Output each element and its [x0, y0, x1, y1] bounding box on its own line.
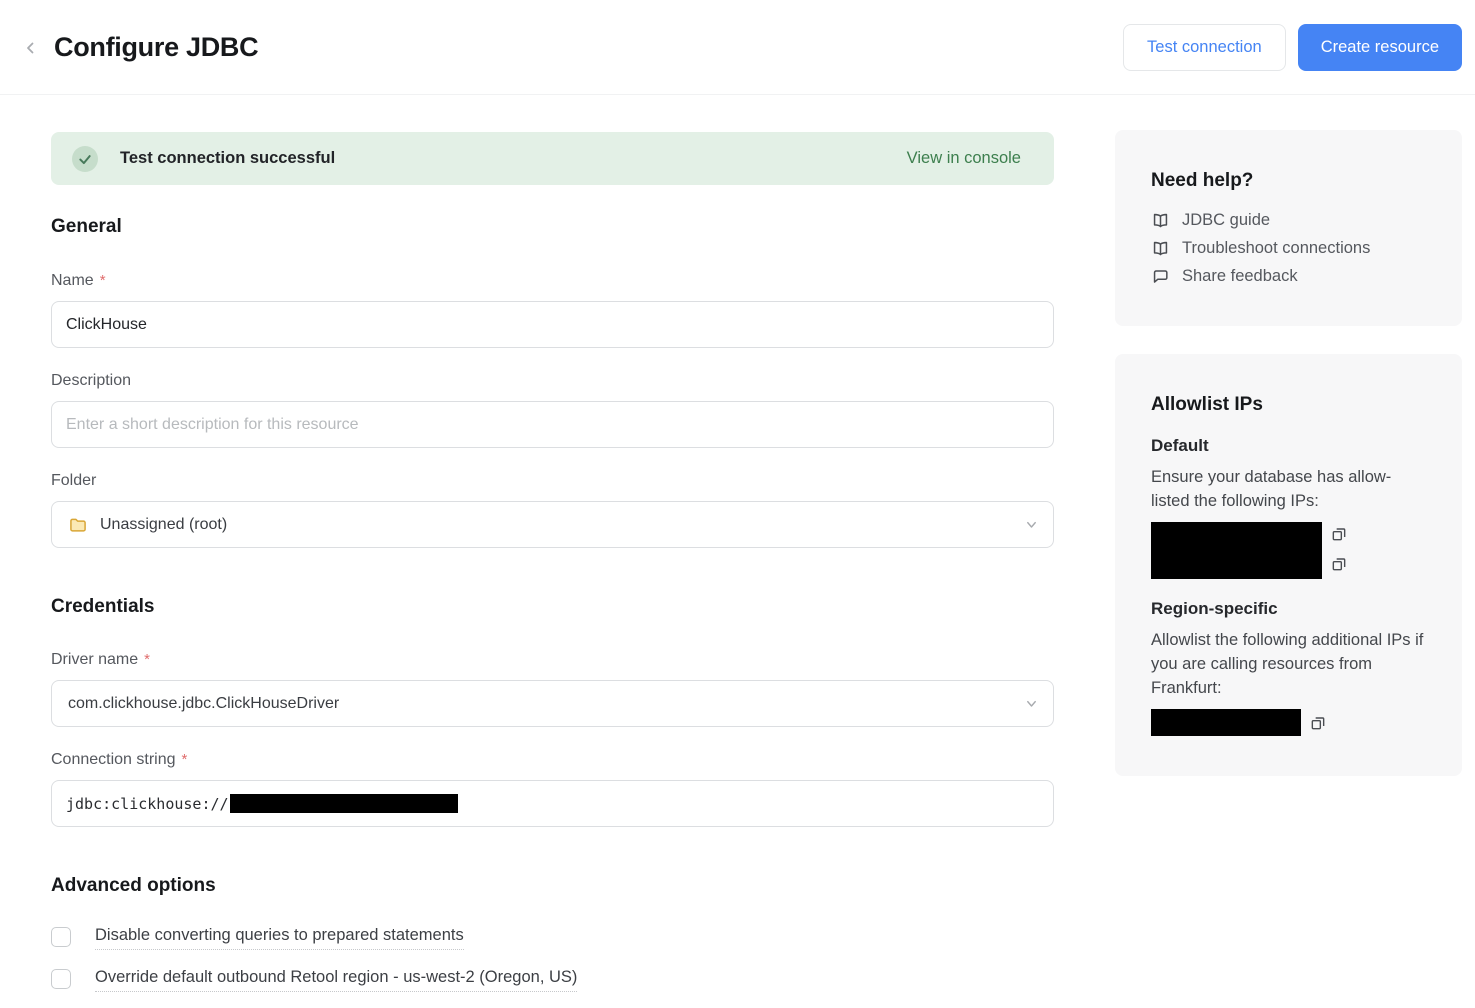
connection-string-input[interactable]: jdbc:clickhouse://: [51, 780, 1054, 827]
general-section-heading: General: [51, 216, 1054, 238]
driver-name-value: com.clickhouse.jdbc.ClickHouseDriver: [66, 695, 339, 713]
folder-select[interactable]: Unassigned (root): [51, 501, 1054, 548]
page-title: Configure JDBC: [54, 32, 258, 63]
description-input[interactable]: [51, 401, 1054, 448]
need-help-heading: Need help?: [1151, 170, 1426, 192]
chevron-down-icon: [1024, 696, 1039, 711]
help-link-label: JDBC guide: [1182, 211, 1270, 230]
allowlist-default-text: Ensure your database has allow-listed th…: [1151, 465, 1426, 513]
credentials-section-heading: Credentials: [51, 596, 1054, 618]
copy-ip-button[interactable]: [1331, 556, 1347, 572]
chat-bubble-icon: [1151, 267, 1170, 286]
success-banner: Test connection successful View in conso…: [51, 132, 1054, 185]
description-label: Description: [51, 372, 131, 390]
view-in-console-link[interactable]: View in console: [907, 149, 1021, 168]
folder-label: Folder: [51, 472, 96, 490]
header-actions: Test connection Create resource: [1123, 24, 1462, 71]
default-ip-list: [1151, 522, 1426, 579]
help-link-label: Share feedback: [1182, 267, 1298, 286]
driver-name-label: Driver name*: [51, 651, 150, 669]
allowlist-region-text: Allowlist the following additional IPs i…: [1151, 628, 1426, 700]
book-icon: [1151, 211, 1170, 230]
override-region-label: Override default outbound Retool region …: [95, 968, 577, 992]
help-sidebar: Need help? JDBC guide Troubleshoot conne…: [1115, 95, 1462, 992]
banner-message: Test connection successful: [120, 149, 335, 168]
folder-icon: [68, 515, 88, 535]
jdbc-guide-link[interactable]: JDBC guide: [1151, 211, 1426, 230]
allowlist-ips-card: Allowlist IPs Default Ensure your databa…: [1115, 354, 1462, 776]
connection-string-label: Connection string*: [51, 751, 187, 769]
success-check-icon: [72, 146, 98, 172]
advanced-options-heading: Advanced options: [51, 875, 1054, 897]
back-button[interactable]: [18, 35, 44, 61]
name-input[interactable]: [51, 301, 1054, 348]
allowlist-default-heading: Default: [1151, 436, 1426, 456]
folder-select-value: Unassigned (root): [100, 516, 227, 534]
driver-name-select[interactable]: com.clickhouse.jdbc.ClickHouseDriver: [51, 680, 1054, 727]
required-asterisk: *: [100, 272, 106, 290]
allowlist-ips-heading: Allowlist IPs: [1151, 394, 1426, 416]
redacted-default-ips: [1151, 522, 1322, 579]
connection-string-value: jdbc:clickhouse://: [66, 795, 229, 813]
option-row-prepared-statements: Disable converting queries to prepared s…: [51, 926, 1054, 950]
test-connection-button[interactable]: Test connection: [1123, 24, 1286, 71]
redacted-connection-host: [230, 794, 458, 813]
required-asterisk: *: [182, 751, 188, 769]
disable-prepared-statements-label: Disable converting queries to prepared s…: [95, 926, 464, 950]
content-area: Test connection successful View in conso…: [0, 95, 1475, 992]
copy-ip-button[interactable]: [1310, 715, 1326, 731]
page-header: Configure JDBC Test connection Create re…: [0, 0, 1475, 95]
troubleshoot-connections-link[interactable]: Troubleshoot connections: [1151, 239, 1426, 258]
help-link-label: Troubleshoot connections: [1182, 239, 1370, 258]
disable-prepared-statements-checkbox[interactable]: [51, 927, 71, 947]
name-label: Name*: [51, 272, 106, 290]
copy-ip-button[interactable]: [1331, 526, 1347, 542]
need-help-card: Need help? JDBC guide Troubleshoot conne…: [1115, 130, 1462, 326]
create-resource-button[interactable]: Create resource: [1298, 24, 1462, 71]
share-feedback-link[interactable]: Share feedback: [1151, 267, 1426, 286]
required-asterisk: *: [144, 651, 150, 669]
option-row-override-region: Override default outbound Retool region …: [51, 968, 1054, 992]
redacted-region-ip: [1151, 709, 1301, 736]
chevron-left-icon: [22, 39, 40, 57]
chevron-down-icon: [1024, 517, 1039, 532]
book-icon: [1151, 239, 1170, 258]
allowlist-region-heading: Region-specific: [1151, 599, 1426, 619]
region-ip-list: [1151, 709, 1426, 736]
override-region-checkbox[interactable]: [51, 969, 71, 989]
configuration-form: Test connection successful View in conso…: [51, 95, 1054, 992]
